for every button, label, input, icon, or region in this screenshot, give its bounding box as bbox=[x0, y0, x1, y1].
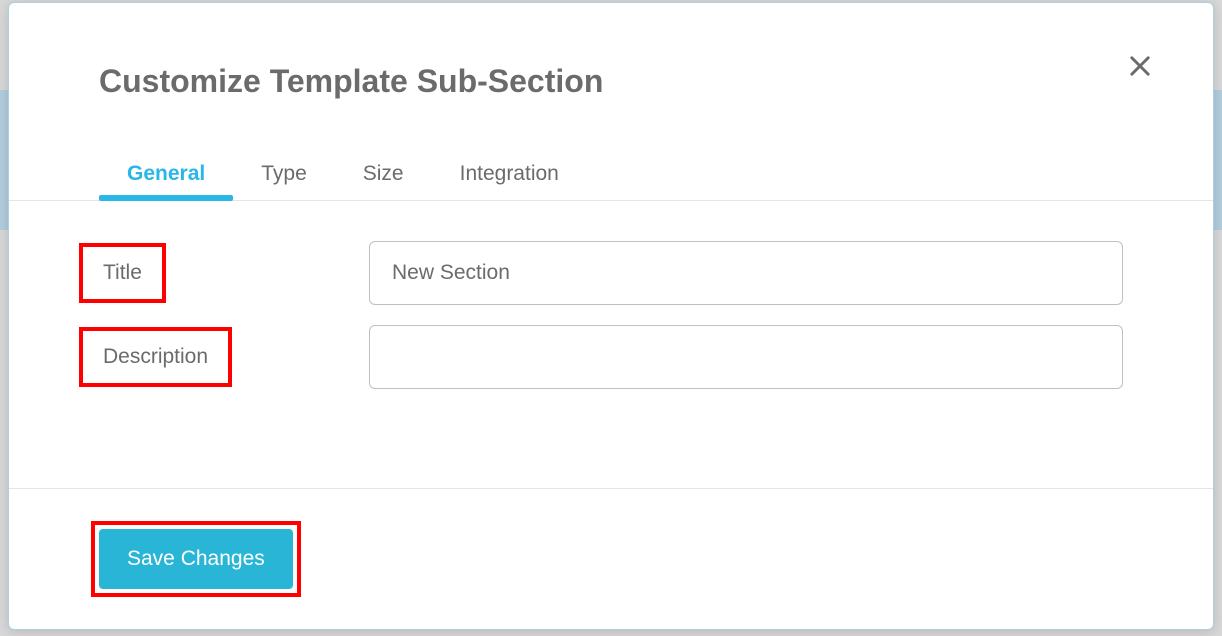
modal-title: Customize Template Sub-Section bbox=[99, 63, 1123, 100]
close-button[interactable] bbox=[1122, 48, 1158, 84]
tabs: General Type Size Integration bbox=[9, 150, 1213, 201]
tab-size[interactable]: Size bbox=[335, 150, 432, 200]
description-row: Description bbox=[79, 325, 1123, 389]
modal-header: Customize Template Sub-Section bbox=[9, 3, 1213, 120]
tab-type[interactable]: Type bbox=[233, 150, 335, 200]
title-row: Title bbox=[79, 241, 1123, 305]
tab-general[interactable]: General bbox=[99, 150, 233, 200]
description-input[interactable] bbox=[369, 325, 1123, 389]
title-label-wrap: Title bbox=[79, 243, 369, 303]
save-button-highlight: Save Changes bbox=[91, 521, 301, 597]
save-changes-button[interactable]: Save Changes bbox=[99, 529, 293, 589]
customize-template-modal: Customize Template Sub-Section General T… bbox=[8, 2, 1214, 630]
description-label: Description bbox=[103, 345, 208, 368]
description-label-highlight: Description bbox=[79, 327, 232, 387]
title-label-highlight: Title bbox=[79, 243, 166, 303]
modal-footer: Save Changes bbox=[9, 488, 1213, 629]
title-input[interactable] bbox=[369, 241, 1123, 305]
tab-integration[interactable]: Integration bbox=[432, 150, 587, 200]
title-label: Title bbox=[103, 261, 142, 284]
close-icon bbox=[1126, 52, 1154, 80]
form-body: Title Description bbox=[9, 201, 1213, 488]
description-label-wrap: Description bbox=[79, 327, 369, 387]
